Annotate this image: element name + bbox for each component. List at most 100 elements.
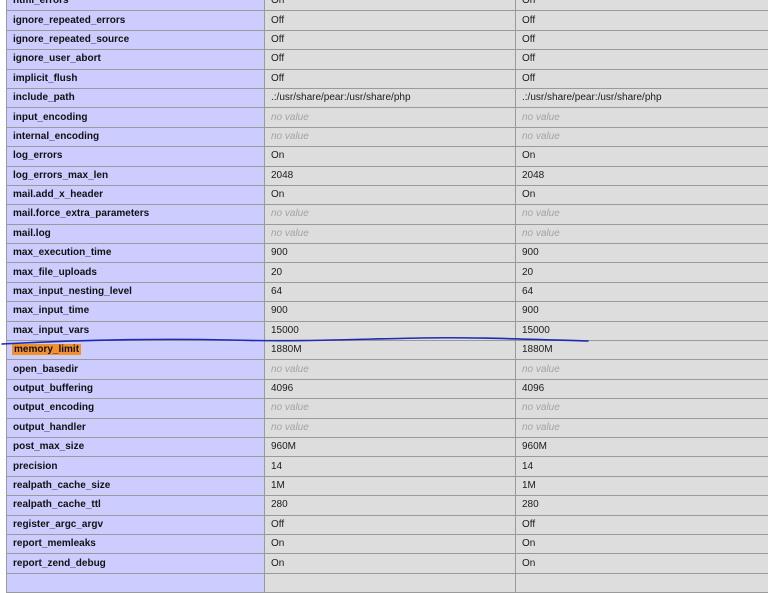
directive-name: ignore_repeated_errors bbox=[7, 11, 265, 30]
local-value: 1M bbox=[265, 476, 516, 495]
table-row: internal_encodingno valueno value bbox=[7, 127, 768, 146]
master-value: no value bbox=[516, 360, 768, 379]
local-value: no value bbox=[265, 399, 516, 418]
local-value: Off bbox=[265, 515, 516, 534]
table-row: max_input_vars1500015000 bbox=[7, 321, 768, 340]
directive-name: internal_encoding bbox=[7, 127, 265, 146]
config-table-body: html_errorsOnOnignore_repeated_errorsOff… bbox=[7, 0, 768, 593]
directive-name: mail.log bbox=[7, 224, 265, 243]
directive-name: register_argc_argv bbox=[7, 515, 265, 534]
master-value: 4096 bbox=[516, 379, 768, 398]
local-value: Off bbox=[265, 11, 516, 30]
master-value: no value bbox=[516, 108, 768, 127]
table-row: register_argc_argvOffOff bbox=[7, 515, 768, 534]
directive-name: log_errors bbox=[7, 147, 265, 166]
table-row: max_input_time900900 bbox=[7, 302, 768, 321]
table-row: output_buffering40964096 bbox=[7, 379, 768, 398]
directive-name: ignore_repeated_source bbox=[7, 30, 265, 49]
local-value: Off bbox=[265, 30, 516, 49]
local-value: 960M bbox=[265, 437, 516, 456]
table-row: open_basedirno valueno value bbox=[7, 360, 768, 379]
table-row: ignore_repeated_errorsOffOff bbox=[7, 11, 768, 30]
directive-name: mail.force_extra_parameters bbox=[7, 205, 265, 224]
local-value: On bbox=[265, 554, 516, 573]
table-row: input_encodingno valueno value bbox=[7, 108, 768, 127]
master-value: On bbox=[516, 185, 768, 204]
master-value: no value bbox=[516, 399, 768, 418]
local-value: 280 bbox=[265, 496, 516, 515]
master-value: Off bbox=[516, 11, 768, 30]
master-value: 14 bbox=[516, 457, 768, 476]
master-value: 900 bbox=[516, 244, 768, 263]
master-value: On bbox=[516, 534, 768, 553]
local-value: no value bbox=[265, 418, 516, 437]
master-value: 64 bbox=[516, 282, 768, 301]
master-value: On bbox=[516, 0, 768, 11]
master-value: On bbox=[516, 147, 768, 166]
master-value: no value bbox=[516, 127, 768, 146]
local-value: 64 bbox=[265, 282, 516, 301]
directive-name: output_handler bbox=[7, 418, 265, 437]
local-value: On bbox=[265, 534, 516, 553]
local-value: no value bbox=[265, 127, 516, 146]
table-row: precision1414 bbox=[7, 457, 768, 476]
table-row: realpath_cache_ttl280280 bbox=[7, 496, 768, 515]
table-row: mail.add_x_headerOnOn bbox=[7, 185, 768, 204]
table-row: output_handlerno valueno value bbox=[7, 418, 768, 437]
table-row: output_encodingno valueno value bbox=[7, 399, 768, 418]
table-row: implicit_flushOffOff bbox=[7, 69, 768, 88]
master-value: Off bbox=[516, 69, 768, 88]
directive-name: max_input_nesting_level bbox=[7, 282, 265, 301]
php-config-table: html_errorsOnOnignore_repeated_errorsOff… bbox=[6, 0, 768, 593]
master-value: 20 bbox=[516, 263, 768, 282]
table-row: ignore_user_abortOffOff bbox=[7, 50, 768, 69]
directive-name: memory_limit bbox=[7, 341, 265, 360]
table-row: max_file_uploads2020 bbox=[7, 263, 768, 282]
table-row: include_path .:/usr/share/pear:/usr/share… bbox=[7, 88, 768, 107]
directive-name: open_basedir bbox=[7, 360, 265, 379]
table-row: memory_limit1880M1880M bbox=[7, 341, 768, 360]
table-row: max_input_nesting_level6464 bbox=[7, 282, 768, 301]
table-row: post_max_size960M960M bbox=[7, 437, 768, 456]
table-row: log_errors_max_len20482048 bbox=[7, 166, 768, 185]
master-value: .:/usr/share/pear:/usr/share/php bbox=[516, 88, 768, 107]
table-row: log_errorsOnOn bbox=[7, 147, 768, 166]
directive-name: realpath_cache_ttl bbox=[7, 496, 265, 515]
table-row: mail.logno valueno value bbox=[7, 224, 768, 243]
local-value: no value bbox=[265, 360, 516, 379]
local-value: Off bbox=[265, 69, 516, 88]
master-value: 2048 bbox=[516, 166, 768, 185]
master-value bbox=[516, 573, 768, 592]
table-row: max_execution_time900900 bbox=[7, 244, 768, 263]
local-value: 1880M bbox=[265, 341, 516, 360]
local-value: 20 bbox=[265, 263, 516, 282]
master-value: no value bbox=[516, 418, 768, 437]
directive-name: report_zend_debug bbox=[7, 554, 265, 573]
directive-name: input_encoding bbox=[7, 108, 265, 127]
local-value: no value bbox=[265, 108, 516, 127]
directive-name: include_path bbox=[7, 88, 265, 107]
directive-name: precision bbox=[7, 457, 265, 476]
local-value: On bbox=[265, 147, 516, 166]
directive-name: report_memleaks bbox=[7, 534, 265, 553]
table-row: realpath_cache_size1M1M bbox=[7, 476, 768, 495]
master-value: no value bbox=[516, 224, 768, 243]
highlighted-directive: memory_limit bbox=[12, 344, 81, 355]
table-row: report_zend_debugOnOn bbox=[7, 554, 768, 573]
master-value: 1M bbox=[516, 476, 768, 495]
directive-name: max_input_vars bbox=[7, 321, 265, 340]
local-value: Off bbox=[265, 50, 516, 69]
table-row: mail.force_extra_parametersno valueno va… bbox=[7, 205, 768, 224]
directive-name: output_buffering bbox=[7, 379, 265, 398]
directive-name: implicit_flush bbox=[7, 69, 265, 88]
table-row: ignore_repeated_sourceOffOff bbox=[7, 30, 768, 49]
local-value: On bbox=[265, 185, 516, 204]
local-value: no value bbox=[265, 224, 516, 243]
directive-name: ignore_user_abort bbox=[7, 50, 265, 69]
directive-name: realpath_cache_size bbox=[7, 476, 265, 495]
directive-name: max_input_time bbox=[7, 302, 265, 321]
local-value: 15000 bbox=[265, 321, 516, 340]
table-row: html_errorsOnOn bbox=[7, 0, 768, 11]
directive-name: mail.add_x_header bbox=[7, 185, 265, 204]
directive-name: max_file_uploads bbox=[7, 263, 265, 282]
